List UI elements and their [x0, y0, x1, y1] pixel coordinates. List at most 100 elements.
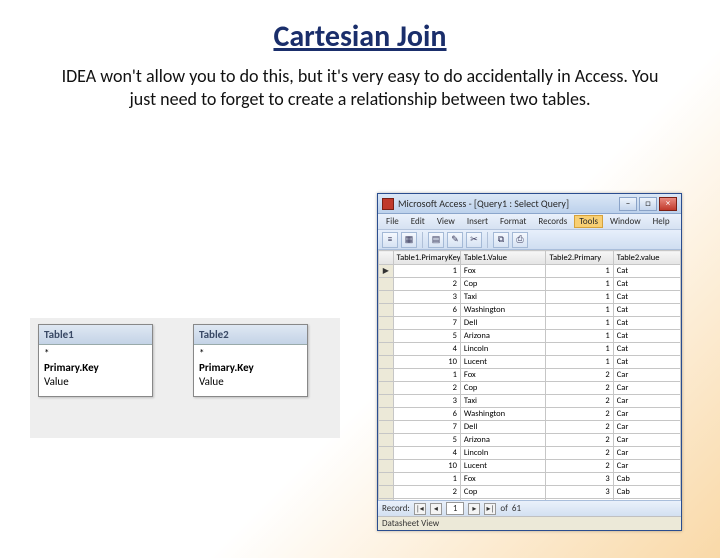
row-selector[interactable] — [379, 460, 394, 473]
cell[interactable]: 2 — [546, 447, 613, 460]
cell[interactable]: 2 — [546, 421, 613, 434]
toolbar-button[interactable]: ⧉ — [493, 232, 509, 248]
table-row[interactable]: 7Dell2Car — [379, 421, 681, 434]
table-row[interactable]: 3Taxi1Cat — [379, 291, 681, 304]
table-row[interactable]: 10Lucent2Car — [379, 460, 681, 473]
cell[interactable]: Washington — [460, 304, 546, 317]
table-row[interactable]: 10Lucent1Cat — [379, 356, 681, 369]
toolbar[interactable]: ≡▦▤✎✂⧉⎙ — [378, 230, 681, 250]
cell[interactable]: 1 — [546, 265, 613, 278]
cell[interactable]: 3 — [546, 499, 613, 501]
cell[interactable]: Car — [613, 460, 680, 473]
cell[interactable]: 1 — [546, 317, 613, 330]
nav-last-icon[interactable]: ▸| — [484, 503, 496, 515]
cell[interactable]: Cab — [613, 486, 680, 499]
table-row[interactable]: 1Fox3Cab — [379, 473, 681, 486]
cell[interactable]: 3 — [393, 499, 460, 501]
datasheet-area[interactable]: Table1.PrimaryKeyTable1.ValueTable2.Prim… — [378, 250, 681, 500]
toolbar-button[interactable]: ⎙ — [512, 232, 528, 248]
row-selector[interactable] — [379, 317, 394, 330]
cell[interactable]: Fox — [460, 265, 546, 278]
cell[interactable]: Cat — [613, 356, 680, 369]
cell[interactable]: Lucent — [460, 356, 546, 369]
cell[interactable]: Arizona — [460, 434, 546, 447]
menu-bar[interactable]: FileEditViewInsertFormatRecordsToolsWind… — [378, 214, 681, 230]
cell[interactable]: Dell — [460, 317, 546, 330]
cell[interactable]: 7 — [393, 317, 460, 330]
table-field[interactable]: Value — [199, 375, 302, 389]
row-selector[interactable] — [379, 382, 394, 395]
row-selector[interactable] — [379, 278, 394, 291]
cell[interactable]: 5 — [393, 330, 460, 343]
cell[interactable]: Cat — [613, 317, 680, 330]
column-header[interactable]: Table1.Value — [460, 251, 546, 265]
table-box[interactable]: Table1*Primary.KeyValue — [38, 324, 153, 397]
menu-item[interactable]: Records — [533, 215, 572, 228]
row-selector[interactable] — [379, 434, 394, 447]
row-selector[interactable] — [379, 369, 394, 382]
maximize-button[interactable]: □ — [639, 197, 657, 211]
row-selector[interactable] — [379, 330, 394, 343]
cell[interactable]: 2 — [546, 369, 613, 382]
cell[interactable]: 1 — [546, 304, 613, 317]
menu-item[interactable]: Edit — [406, 215, 430, 228]
column-header[interactable]: Table1.PrimaryKey — [393, 251, 460, 265]
cell[interactable]: Cop — [460, 278, 546, 291]
cell[interactable]: Car — [613, 395, 680, 408]
cell[interactable]: 2 — [393, 278, 460, 291]
cell[interactable]: 10 — [393, 356, 460, 369]
cell[interactable]: Cop — [460, 382, 546, 395]
cell[interactable]: 1 — [546, 330, 613, 343]
row-selector[interactable] — [379, 291, 394, 304]
table-row[interactable]: 5Arizona1Cat — [379, 330, 681, 343]
cell[interactable]: Car — [613, 369, 680, 382]
menu-item[interactable]: Help — [648, 215, 675, 228]
cell[interactable]: Cat — [613, 330, 680, 343]
cell[interactable]: Lucent — [460, 460, 546, 473]
table-row[interactable]: 2Cop3Cab — [379, 486, 681, 499]
toolbar-button[interactable]: ✎ — [447, 232, 463, 248]
menu-item[interactable]: View — [432, 215, 460, 228]
table-row[interactable]: 2Cop2Car — [379, 382, 681, 395]
cell[interactable]: 5 — [393, 434, 460, 447]
row-selector-header[interactable] — [379, 251, 394, 265]
view-tab-datasheet[interactable]: Datasheet View — [382, 518, 439, 529]
table-field[interactable]: * — [44, 347, 147, 361]
record-position[interactable]: 1 — [446, 502, 465, 515]
cell[interactable]: Car — [613, 447, 680, 460]
cell[interactable]: Cat — [613, 265, 680, 278]
menu-item[interactable]: File — [381, 215, 404, 228]
cell[interactable]: Car — [613, 408, 680, 421]
table-row[interactable]: 3Taxi2Car — [379, 395, 681, 408]
cell[interactable]: 1 — [546, 356, 613, 369]
toolbar-button[interactable]: ▤ — [428, 232, 444, 248]
cell[interactable]: Cat — [613, 278, 680, 291]
column-header[interactable]: Table2.value — [613, 251, 680, 265]
menu-item[interactable]: Format — [495, 215, 531, 228]
cell[interactable]: 3 — [546, 486, 613, 499]
toolbar-button[interactable]: ✂ — [466, 232, 482, 248]
cell[interactable]: Cop — [460, 486, 546, 499]
cell[interactable]: Taxi — [460, 291, 546, 304]
cell[interactable]: 1 — [546, 343, 613, 356]
cell[interactable]: Lincoln — [460, 343, 546, 356]
table-row[interactable]: 7Dell1Cat — [379, 317, 681, 330]
cell[interactable]: 1 — [393, 265, 460, 278]
cell[interactable]: 2 — [546, 460, 613, 473]
cell[interactable]: Car — [613, 421, 680, 434]
table-row[interactable]: 1Fox2Car — [379, 369, 681, 382]
cell[interactable]: 3 — [393, 291, 460, 304]
cell[interactable]: Cat — [613, 291, 680, 304]
cell[interactable]: 2 — [393, 382, 460, 395]
row-selector[interactable] — [379, 343, 394, 356]
column-header[interactable]: Table2.Primary — [546, 251, 613, 265]
cell[interactable]: Arizona — [460, 330, 546, 343]
cell[interactable]: 6 — [393, 408, 460, 421]
cell[interactable]: 1 — [393, 473, 460, 486]
cell[interactable]: 7 — [393, 421, 460, 434]
table-row[interactable]: 4Lincoln1Cat — [379, 343, 681, 356]
cell[interactable]: Lincoln — [460, 447, 546, 460]
row-selector[interactable] — [379, 499, 394, 501]
cell[interactable]: 1 — [546, 278, 613, 291]
datasheet-table[interactable]: Table1.PrimaryKeyTable1.ValueTable2.Prim… — [378, 250, 681, 500]
